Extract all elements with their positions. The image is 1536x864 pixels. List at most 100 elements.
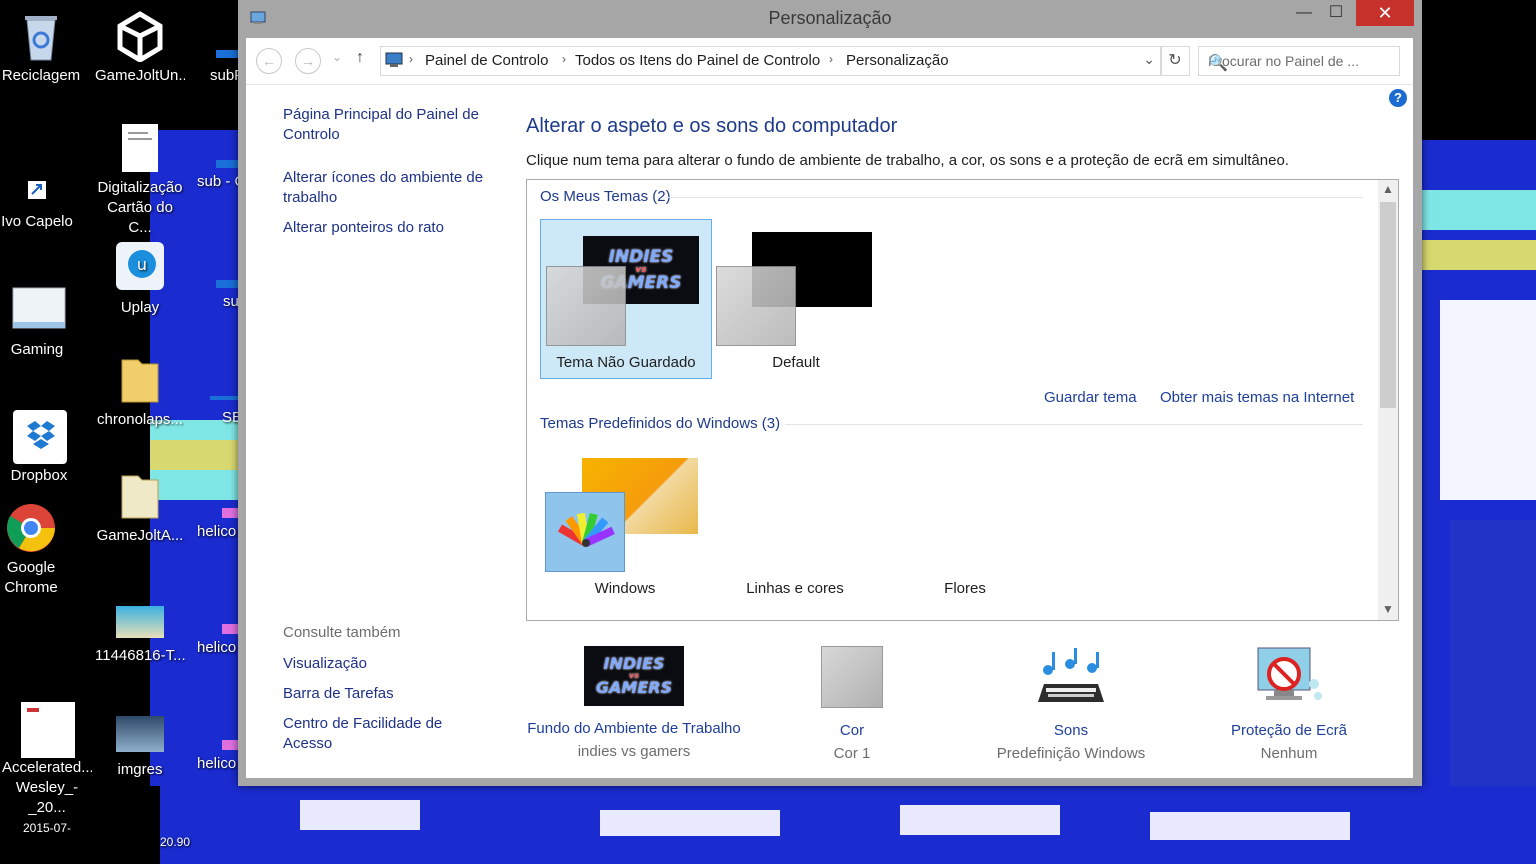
desktop-icon-gamejolt-unity[interactable]: GameJoltUn... — [95, 10, 185, 86]
desktop-icon-accelerated[interactable]: Accelerated... Wesley_-_20... — [2, 702, 92, 818]
link-display[interactable]: Visualização — [283, 654, 493, 674]
desktop-background-link[interactable]: Fundo do Ambiente de Trabalho — [524, 720, 744, 737]
desktop-icon-helico-3[interactable]: helico — [192, 740, 242, 774]
close-button[interactable]: ✕ — [1356, 0, 1414, 26]
desktop-icon-2015[interactable]: 2015-07- — [2, 818, 92, 838]
sounds-value: Predefinição Windows — [996, 745, 1146, 762]
svg-text:u: u — [137, 255, 147, 274]
address-bar[interactable]: › Painel de Controlo › Todos os Itens do… — [380, 46, 1162, 76]
desktop-icon-gamejolt-a[interactable]: GameJoltA... — [95, 470, 185, 546]
color-item[interactable]: Cor Cor 1 — [742, 646, 962, 762]
sounds-item[interactable]: Sons Predefinição Windows — [961, 646, 1181, 762]
screensaver-icon — [1252, 646, 1326, 708]
link-change-mouse-pointers[interactable]: Alterar ponteiros do rato — [283, 218, 493, 238]
desktop-icon-uplay[interactable]: u Uplay — [95, 242, 185, 318]
theme-label: Linhas e cores — [746, 580, 844, 597]
maximize-button[interactable]: ☐ — [1320, 0, 1352, 26]
desktop-icon-helico-2[interactable]: helico — [192, 624, 242, 658]
color-link[interactable]: Cor — [742, 722, 962, 739]
desktop-icon-digitalizacao[interactable]: Digitalização Cartão do C... — [95, 124, 185, 238]
theme-windows[interactable]: Windows — [540, 446, 710, 604]
desktop-icon-gaming[interactable]: Gaming — [0, 284, 82, 360]
wallpaper-region — [1440, 300, 1536, 500]
color-value: Cor 1 — [833, 745, 871, 762]
see-also-heading: Consulte também — [283, 624, 401, 641]
theme-default[interactable]: Default — [711, 220, 881, 378]
sounds-link[interactable]: Sons — [961, 722, 1181, 739]
wallpaper-region — [1422, 240, 1536, 270]
back-button[interactable]: ← — [256, 48, 282, 74]
theme-lines-and-colors[interactable]: Linhas e cores — [710, 446, 880, 604]
desktop-icon-recycle-bin[interactable]: Reciclagem — [0, 10, 86, 86]
breadcrumb-control-panel[interactable]: Painel de Controlo — [425, 52, 548, 69]
link-control-panel-home[interactable]: Página Principal do Painel de Controlo — [283, 105, 493, 145]
link-taskbar[interactable]: Barra de Tarefas — [283, 684, 493, 704]
group-divider — [667, 197, 1363, 198]
search-input[interactable]: Procurar no Painel de ... 🔍 — [1198, 46, 1400, 76]
theme-label: Tema Não Guardado — [556, 354, 696, 371]
up-button[interactable]: ↑ — [356, 49, 364, 67]
link-ease-of-access[interactable]: Centro de Facilidade de Acesso — [283, 714, 463, 754]
desktop-icon-dropbox[interactable]: Dropbox — [0, 410, 84, 486]
desktop-background-value: indies vs gamers — [577, 743, 691, 760]
sounds-icon — [1034, 646, 1108, 708]
desktop-background-item[interactable]: INDIES vs GAMERS Fundo do Ambiente de Tr… — [524, 646, 744, 760]
wallpaper-region — [1422, 190, 1536, 230]
screen-saver-item[interactable]: Proteção de Ecrã Nenhum — [1179, 646, 1399, 762]
save-theme-link[interactable]: Guardar tema — [1044, 389, 1137, 406]
desktop-icon-su[interactable]: su — [192, 280, 246, 312]
link-change-desktop-icons[interactable]: Alterar ícones do ambiente de trabalho — [283, 168, 493, 208]
desktop-icon-google-chrome[interactable]: Google Chrome — [0, 502, 76, 598]
desktop-icon-chronolapse[interactable]: chronolaps... — [95, 354, 185, 430]
help-icon[interactable]: ? — [1389, 89, 1407, 107]
breadcrumb-all-items[interactable]: Todos os Itens do Painel de Controlo — [575, 52, 820, 69]
desktop-icon-se[interactable]: SE — [192, 396, 242, 428]
left-pane: Página Principal do Painel de Controlo A… — [246, 85, 508, 778]
address-dropdown-button[interactable]: ⌄ — [1143, 51, 1155, 68]
folder-icon — [114, 470, 166, 522]
scroll-down-button[interactable]: ▼ — [1378, 602, 1398, 616]
desktop-icon-subf[interactable]: subF — [192, 50, 246, 86]
theme-flowers[interactable]: Flores — [880, 446, 1050, 604]
breadcrumb-separator: › — [829, 52, 833, 66]
desktop-icon-helico-1[interactable]: helico — [192, 508, 242, 542]
theme-unsaved[interactable]: INDIES vs GAMERS Tema Não Guardado — [540, 219, 712, 379]
breadcrumb-personalization[interactable]: Personalização — [846, 52, 949, 69]
scroll-thumb[interactable] — [1380, 202, 1396, 408]
shortcut-icon — [11, 180, 63, 208]
desktop-icon-ivo-capelo[interactable]: Ivo Capelo — [0, 180, 82, 232]
desktop-icon-imgres[interactable]: imgres — [95, 716, 185, 780]
uplay-icon: u — [114, 242, 166, 294]
dropbox-icon — [13, 410, 67, 464]
page-title: Alterar o aspeto e os sons do computador — [526, 115, 898, 137]
image-icon — [116, 716, 164, 752]
breadcrumb-separator: › — [409, 52, 413, 66]
wallpaper-region — [150, 440, 238, 470]
minimize-button[interactable]: — — [1288, 0, 1320, 26]
desktop-icon-11446816[interactable]: 11446816-T... — [95, 606, 185, 666]
recent-locations-button[interactable]: ⌄ — [332, 50, 342, 64]
theme-list-scrollbar[interactable]: ▲ ▼ — [1378, 180, 1398, 620]
refresh-button[interactable]: ↻ — [1160, 46, 1190, 76]
color-palette-icon — [545, 492, 625, 572]
scroll-up-button[interactable]: ▲ — [1378, 182, 1398, 196]
title-bar[interactable]: Personalização — ☐ ✕ — [238, 0, 1422, 38]
chrome-icon — [5, 502, 57, 554]
window-icon — [11, 284, 66, 336]
recycle-bin-icon — [15, 10, 67, 62]
breadcrumb-separator: › — [562, 52, 566, 66]
theme-color-swatch — [546, 266, 626, 346]
get-more-themes-link[interactable]: Obter mais temas na Internet — [1160, 389, 1354, 406]
desktop-icon-20-90[interactable]: 20.90 — [130, 832, 220, 852]
screen-saver-link[interactable]: Proteção de Ecrã — [1179, 722, 1399, 739]
group-divider — [785, 424, 1363, 425]
forward-button[interactable]: → — [295, 48, 321, 74]
window-title: Personalização — [768, 8, 892, 28]
document-icon — [122, 124, 158, 172]
wallpaper-region — [900, 805, 1060, 835]
desktop-icon-sub-c[interactable]: sub - C — [192, 160, 246, 192]
window-client: ← → ⌄ ↑ › Painel de Controlo › Todos os … — [246, 38, 1413, 778]
file-icon — [210, 396, 240, 400]
search-icon[interactable]: 🔍 — [1208, 53, 1391, 73]
control-panel-icon — [385, 52, 403, 68]
